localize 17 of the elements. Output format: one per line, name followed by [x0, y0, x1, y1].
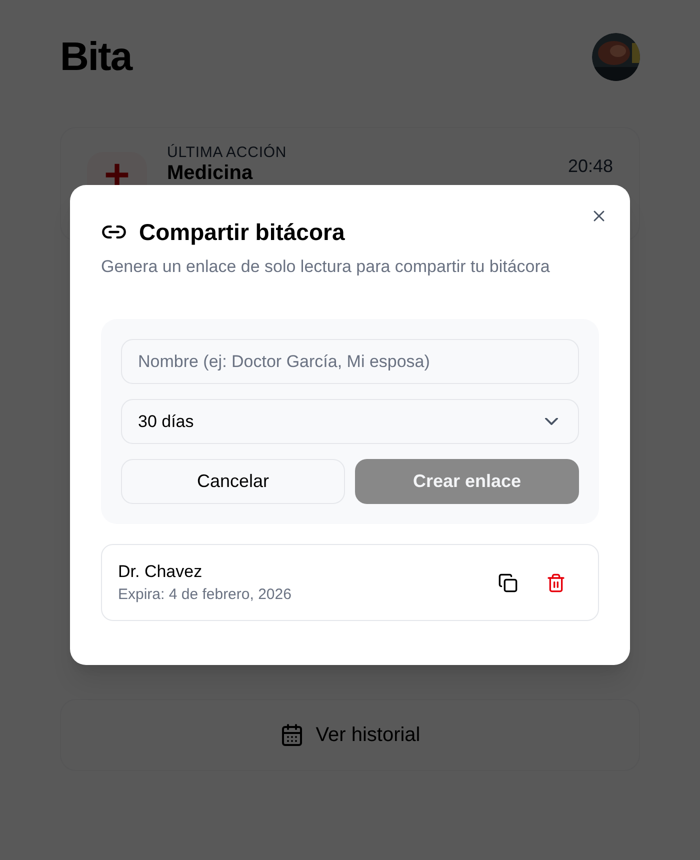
trash-icon — [546, 572, 566, 592]
link-expiry: Expira: 4 de febrero, 2026 — [118, 585, 292, 605]
last-action-time: 20:48 — [568, 156, 613, 176]
copy-icon — [498, 572, 518, 592]
app-title: Bita — [60, 34, 132, 81]
duration-value: 30 días — [138, 410, 194, 433]
link-name: Dr. Chavez — [118, 560, 204, 582]
cancel-button[interactable]: Cancelar — [121, 459, 345, 504]
calendar-icon — [280, 723, 304, 747]
last-action-label: ÚLTIMA ACCIÓN — [167, 144, 288, 162]
name-input-field[interactable]: Nombre (ej: Doctor García, Mi esposa) — [121, 339, 579, 384]
history-button[interactable]: Ver historial — [60, 699, 640, 771]
plus-icon — [104, 162, 130, 188]
chevron-down-icon — [545, 418, 558, 425]
last-action-name: Medicina — [167, 162, 254, 184]
dialog-subtitle: Genera un enlace de solo lectura para compartir tu bitácora — [101, 256, 551, 278]
duration-select[interactable]: 30 días — [121, 399, 579, 444]
